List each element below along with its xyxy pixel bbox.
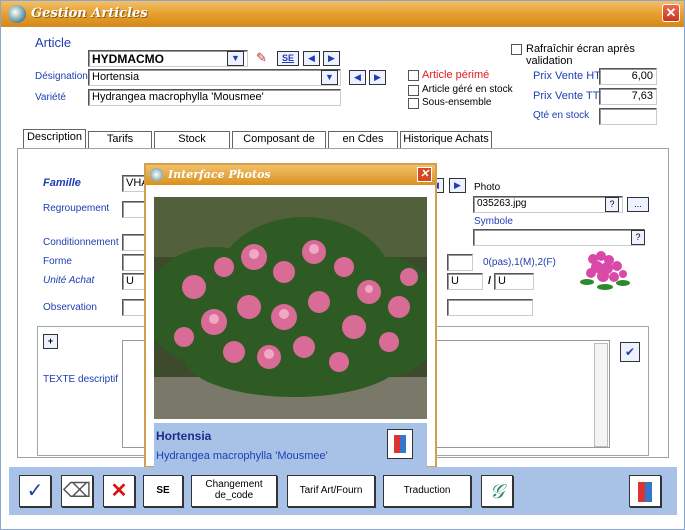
spellcheck-icon[interactable]: ✔ bbox=[620, 342, 640, 362]
designation-dropdown-button[interactable]: ▼ bbox=[321, 70, 338, 85]
prix-ttc-label: Prix Vente TTC bbox=[533, 90, 608, 102]
qte-label: Qté en stock bbox=[533, 110, 590, 121]
variete-field[interactable]: Hydrangea macrophylla 'Mousmee' bbox=[88, 89, 341, 106]
variete-label: Variété bbox=[35, 92, 66, 103]
prix-ht-label: Prix Vente HT bbox=[533, 70, 601, 82]
photo-help-button[interactable]: ? bbox=[605, 197, 619, 212]
unite-label: Unité Achat bbox=[43, 275, 95, 286]
popup-app-icon bbox=[150, 168, 163, 181]
photo-popup: Interface Photos ✕ Hortensia Hydrangea m… bbox=[144, 163, 437, 468]
caption-common-name: Hortensia bbox=[156, 429, 212, 443]
gestion-articles-window: Gestion Articles ✕ Article HYDMACMO ▼ ✎ … bbox=[0, 0, 685, 530]
script-g-button[interactable]: 𝒢 bbox=[481, 475, 513, 507]
chevron-down-icon: ▼ bbox=[231, 53, 240, 63]
bottom-toolbar: ✓ ⌫ ✕ SE Changement de_code Tarif Art/Fo… bbox=[9, 467, 677, 515]
cross-icon: ✕ bbox=[110, 480, 128, 502]
symbole-label: Symbole bbox=[474, 216, 513, 227]
app-icon bbox=[8, 5, 26, 23]
delete-button[interactable]: ✕ bbox=[103, 475, 135, 507]
next-article-button[interactable]: ▶ bbox=[323, 51, 340, 66]
popup-title: Interface Photos bbox=[168, 168, 271, 181]
pencil-icon[interactable]: ✎ bbox=[256, 50, 274, 67]
door-icon bbox=[394, 435, 406, 453]
article-dropdown-button[interactable]: ▼ bbox=[227, 51, 244, 66]
window-title: Gestion Articles bbox=[31, 6, 148, 21]
prev-designation-button[interactable]: ◀ bbox=[349, 70, 366, 85]
popup-exit-button[interactable] bbox=[387, 429, 413, 459]
se-button[interactable]: SE bbox=[277, 51, 299, 66]
refresh-checkbox[interactable] bbox=[511, 44, 522, 55]
tab-tarifs[interactable]: Tarifs bbox=[88, 131, 152, 148]
traduction-label: Traduction bbox=[403, 485, 451, 496]
validate-button[interactable]: ✓ bbox=[19, 475, 51, 507]
texte-scrollbar[interactable] bbox=[594, 343, 608, 447]
observation-label: Observation bbox=[43, 302, 97, 313]
popup-title-bar: Interface Photos ✕ bbox=[146, 165, 435, 185]
stock-checkbox[interactable] bbox=[408, 85, 419, 96]
perime-label: Article périmé bbox=[422, 69, 490, 81]
photo-browse-button[interactable]: ... bbox=[627, 197, 649, 212]
article-field[interactable]: HYDMACMO bbox=[88, 50, 248, 67]
pas-field[interactable] bbox=[447, 254, 473, 271]
unit-right-field[interactable]: U bbox=[494, 273, 534, 290]
tarif-art-fourn-button[interactable]: Tarif Art/Fourn bbox=[287, 475, 375, 507]
checkmark-icon: ✓ bbox=[26, 480, 44, 502]
eraser-button[interactable]: ⌫ bbox=[61, 475, 93, 507]
hydrangea-photo bbox=[154, 197, 427, 419]
famille-next-button[interactable]: ▶ bbox=[449, 178, 466, 193]
changement-label-2: de_code bbox=[214, 490, 254, 501]
flower-symbol-icon bbox=[580, 251, 630, 290]
title-bar: Gestion Articles ✕ bbox=[1, 1, 684, 27]
forme-label: Forme bbox=[43, 256, 72, 267]
observation-extra-field[interactable] bbox=[447, 299, 533, 316]
regroupement-label: Regroupement bbox=[43, 203, 110, 214]
designation-field[interactable]: Hortensia bbox=[88, 69, 341, 86]
g-icon: 𝒢 bbox=[489, 479, 505, 503]
popup-close-button[interactable]: ✕ bbox=[417, 167, 432, 182]
caption-latin-name: Hydrangea macrophylla 'Mousmee' bbox=[156, 450, 328, 462]
symbole-field[interactable] bbox=[473, 229, 645, 246]
tarif-label: Tarif Art/Fourn bbox=[299, 485, 363, 496]
tab-description[interactable]: Description bbox=[23, 129, 86, 150]
eraser-icon: ⌫ bbox=[62, 480, 92, 502]
tab-composant[interactable]: Composant de S/E bbox=[232, 131, 326, 160]
tab-cdes-client[interactable]: en Cdes Client bbox=[328, 131, 398, 160]
hydrangea-image bbox=[154, 197, 427, 419]
sousensemble-checkbox[interactable] bbox=[408, 98, 419, 109]
tab-historique-achats[interactable]: Historique Achats bbox=[400, 131, 492, 148]
symbole-help-button[interactable]: ? bbox=[631, 230, 645, 245]
exit-button[interactable] bbox=[629, 475, 661, 507]
photo-label: Photo bbox=[474, 182, 501, 193]
traduction-button[interactable]: Traduction bbox=[383, 475, 471, 507]
changement-label-1: Changement bbox=[205, 479, 263, 490]
photo-field[interactable]: 035263.jpg bbox=[473, 196, 623, 213]
refresh-label: Rafraîchir écran après validation bbox=[526, 43, 635, 67]
chevron-down-icon: ▼ bbox=[325, 72, 334, 82]
article-label: Article bbox=[35, 35, 72, 50]
conditionnement-label: Conditionnement bbox=[43, 237, 119, 248]
exit-door-icon bbox=[638, 482, 652, 502]
unit-separator: / bbox=[488, 275, 492, 287]
designation-label: Désignation bbox=[35, 71, 88, 82]
prix-ttc-field[interactable]: 7,63 bbox=[599, 88, 657, 105]
sousensemble-label: Sous-ensemble bbox=[422, 97, 492, 108]
se-toolbar-button[interactable]: SE bbox=[143, 475, 183, 507]
se-toolbar-label: SE bbox=[156, 485, 170, 496]
changement-code-button[interactable]: Changement de_code bbox=[191, 475, 277, 507]
unit-left-field[interactable]: U bbox=[447, 273, 483, 290]
close-button[interactable]: ✕ bbox=[662, 4, 680, 22]
qte-field[interactable] bbox=[599, 108, 657, 125]
prev-article-button[interactable]: ◀ bbox=[303, 51, 320, 66]
prix-ht-field[interactable]: 6,00 bbox=[599, 68, 657, 85]
famille-label: Famille bbox=[43, 177, 81, 189]
stock-label: Article géré en stock bbox=[422, 84, 513, 95]
tab-stock[interactable]: Stock bbox=[154, 131, 230, 148]
perime-checkbox[interactable] bbox=[408, 70, 419, 81]
next-designation-button[interactable]: ▶ bbox=[369, 70, 386, 85]
pas-label: 0(pas),1(M),2(F) bbox=[483, 257, 556, 268]
photo-caption: Hortensia Hydrangea macrophylla 'Mousmee… bbox=[154, 423, 427, 467]
